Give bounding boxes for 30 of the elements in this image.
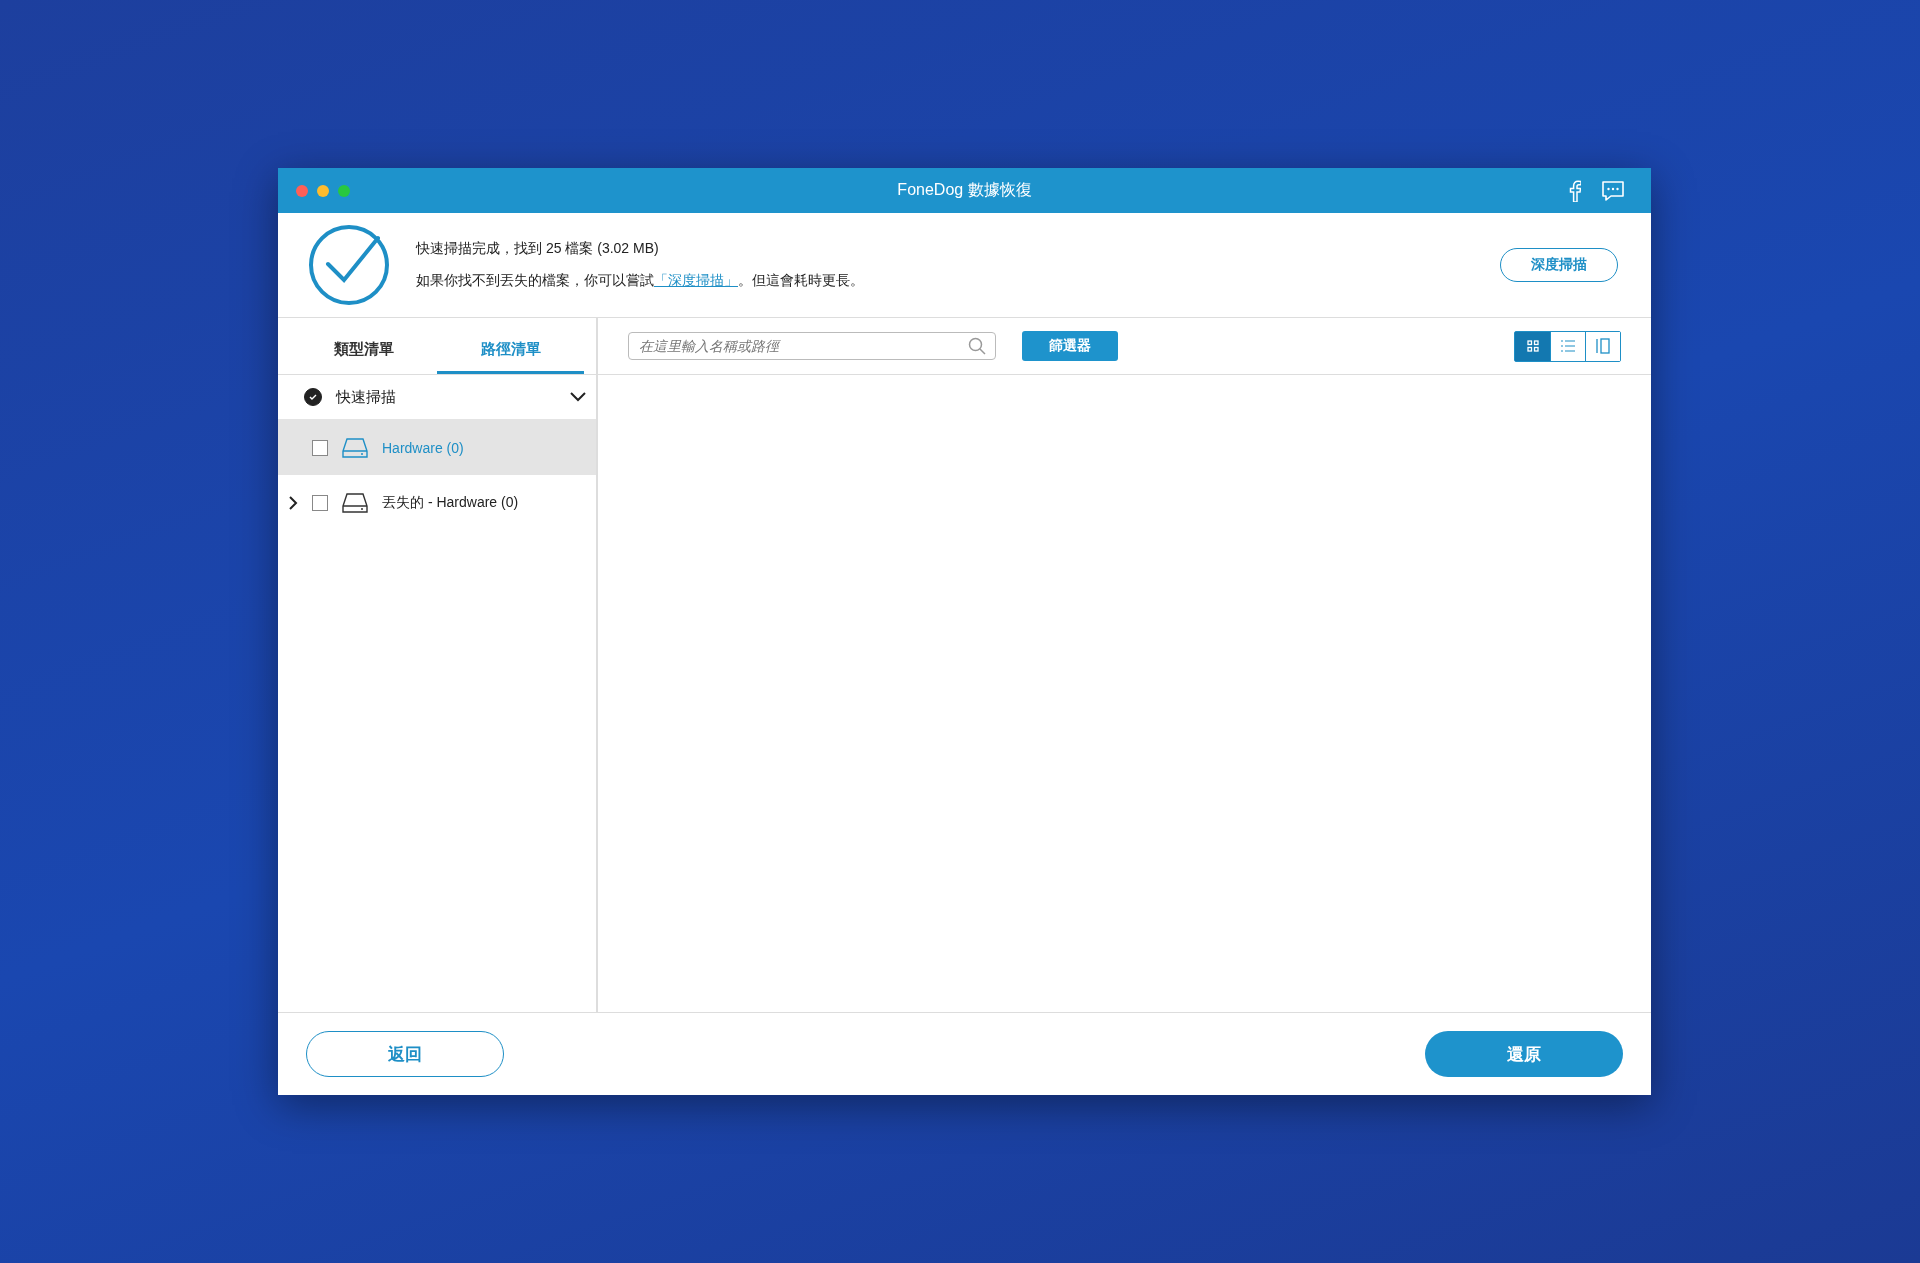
deep-scan-button[interactable]: 深度掃描 [1500, 248, 1618, 282]
back-button[interactable]: 返回 [306, 1031, 504, 1077]
hint-text: 如果你找不到丟失的檔案，你可以嘗試「深度掃描」。但這會耗時更長。 [416, 272, 864, 290]
chevron-icon[interactable] [570, 392, 586, 402]
check-circle-icon [308, 224, 390, 306]
minimize-button[interactable] [317, 184, 329, 197]
grid-view-button[interactable] [1515, 331, 1550, 361]
tab[interactable]: 類型清單 [290, 318, 437, 374]
grid-icon [1525, 339, 1540, 353]
filter-button[interactable]: 篩選器 [1022, 331, 1118, 361]
list-icon [1560, 339, 1576, 353]
scan-status-text: 快速掃描完成，找到 25 檔案 (3.02 MB) [416, 240, 660, 258]
chat-icon[interactable] [1601, 179, 1625, 202]
drive-icon [342, 491, 368, 514]
check-circle-icon[interactable] [304, 388, 322, 406]
tree-item[interactable]: 丟失的 - Hardware (0) [278, 475, 596, 530]
deep-scan-link[interactable]: 「深度掃描」 [654, 272, 738, 288]
checkbox[interactable] [312, 494, 328, 511]
detail-view-button[interactable] [1585, 331, 1620, 361]
drive-icon [342, 436, 368, 459]
restore-button[interactable]: 還原 [1425, 1031, 1623, 1077]
facebook-icon[interactable] [1569, 179, 1581, 202]
checkbox[interactable] [312, 439, 328, 456]
panel-icon [1595, 338, 1611, 354]
search-icon [968, 337, 986, 355]
tab[interactable]: 路徑清單 [437, 318, 584, 374]
window-title: FoneDog 數據恢復 [897, 180, 1032, 200]
search-field[interactable]: 在這里輸入名稱或路徑 [628, 332, 996, 360]
tree-item[interactable]: Hardware (0) [278, 420, 596, 475]
chevron-icon[interactable] [288, 494, 298, 511]
